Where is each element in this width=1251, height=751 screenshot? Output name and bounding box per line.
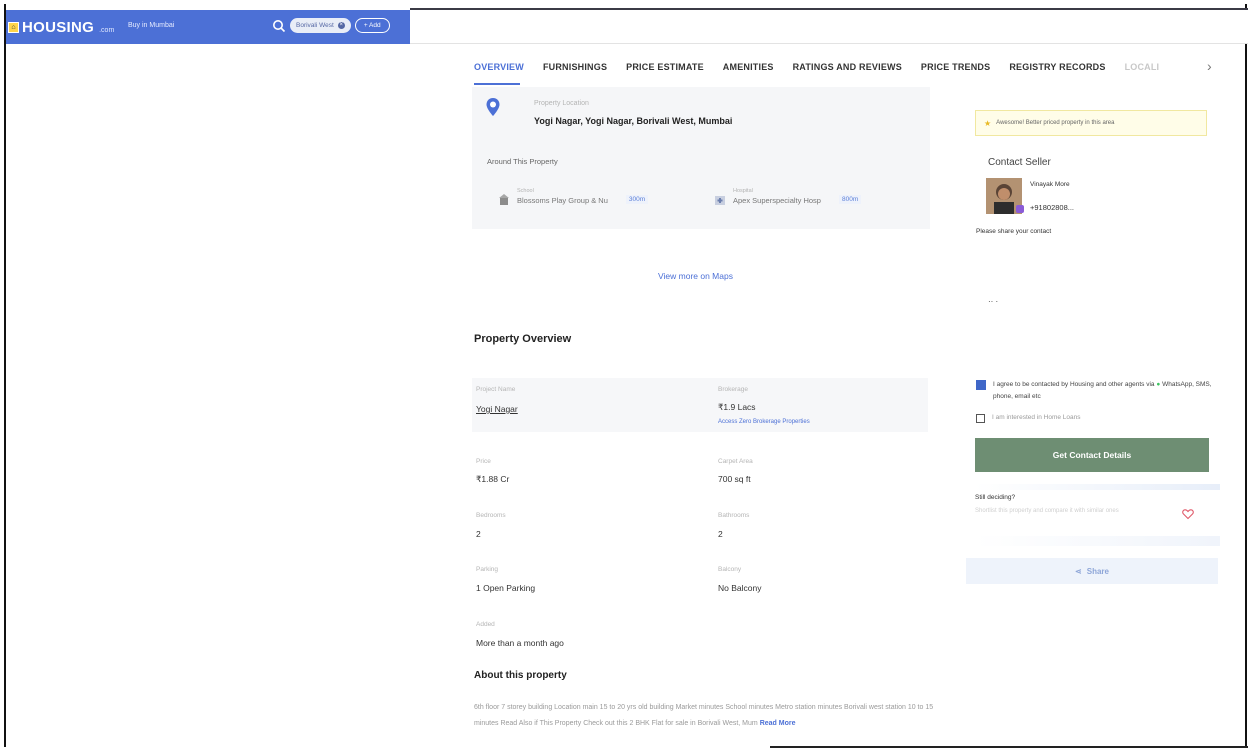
active-tab-indicator [474,83,520,85]
logo-sub: .com [99,26,115,34]
heart-icon[interactable] [1182,508,1194,520]
balcony-value: No Balcony [718,583,762,593]
agree-checkbox[interactable] [976,380,986,390]
carpet-area-label: Carpet Area [718,458,753,465]
star-icon: ★ [984,118,992,128]
property-location-value: Yogi Nagar, Yogi Nagar, Borivali West, M… [534,116,733,126]
get-contact-details-button[interactable]: Get Contact Details [975,438,1209,472]
share-label: Share [1086,566,1109,576]
divider [975,484,1220,490]
brokerage-value: ₹1.9 Lacs [718,402,756,412]
property-location-label: Property Location [534,100,589,107]
added-label: Added [476,621,495,628]
view-more-maps-link[interactable]: View more on Maps [658,271,733,281]
nearby-hospital[interactable]: Hospital Apex Superspecialty Hosp 800m [715,188,862,206]
search-bar[interactable]: Borivali West × + Add [272,18,390,33]
seller-name: Vinayak More [1030,181,1070,188]
nearby-school[interactable]: School Blossoms Play Group & Nu 300m [499,188,649,206]
about-property-text: 6th floor 7 storey building Location mai… [474,700,940,732]
overview-highlight-row [472,378,928,432]
poi-name: Apex Superspecialty Hosp [733,196,821,205]
parking-value: 1 Open Parking [476,583,536,593]
home-loan-checkbox[interactable] [976,414,985,423]
verified-badge-icon [1016,205,1024,213]
home-loan-label: I am interested in Home Loans [992,414,1081,421]
tab-price-estimate[interactable]: PRICE ESTIMATE [626,62,704,72]
zero-brokerage-link[interactable]: Access Zero Brokerage Properties [718,419,810,425]
project-name-link[interactable]: Yogi Nagar [476,404,518,414]
logo-text: HOUSING [22,18,95,36]
poi-type: School [517,188,534,194]
poi-distance: 300m [625,195,649,204]
bedrooms-label: Bedrooms [476,512,506,519]
location-chip-label: Borivali West [296,22,334,29]
school-icon [499,194,509,205]
bedrooms-value: 2 [476,529,481,539]
promo-text: Awesome! Better priced property in this … [996,120,1115,126]
tab-registry-records[interactable]: REGISTRY RECORDS [1009,62,1105,72]
carpet-area-value: 700 sq ft [718,474,751,484]
tab-ratings-reviews[interactable]: RATINGS AND REVIEWS [793,62,902,72]
divider [770,746,1248,748]
housing-logo[interactable]: ⌂ HOUSING .com [8,17,114,37]
poi-distance: 800m [838,195,862,204]
seller-phone: +91802808... [1030,203,1075,212]
contact-seller-title: Contact Seller [988,157,1051,168]
share-button[interactable]: ⋖ Share [966,558,1218,584]
section-tabs: OVERVIEW FURNISHINGS PRICE ESTIMATE AMEN… [474,62,1167,72]
price-value: ₹1.88 Cr [476,474,510,484]
balcony-label: Balcony [718,566,742,573]
share-icon: ⋖ [1075,566,1082,576]
project-name-label: Project Name [476,386,516,393]
price-label: Price [476,458,491,465]
poi-type: Hospital [733,188,753,194]
location-pin-icon [486,98,500,116]
hospital-icon [715,196,725,205]
city-selector[interactable]: Buy in Mumbai [128,22,174,29]
add-location-button[interactable]: + Add [354,18,390,33]
form-placeholder-dots: ·· · [988,297,999,306]
tab-overview[interactable]: OVERVIEW [474,62,524,72]
tab-price-trends[interactable]: PRICE TRENDS [921,62,990,72]
search-icon[interactable] [272,19,286,33]
around-property-title: Around This Property [487,157,558,166]
property-overview-title: Property Overview [474,333,572,345]
better-price-banner: ★ Awesome! Better priced property in thi… [975,110,1207,136]
header-right-area [410,10,1248,44]
home-icon: ⌂ [8,21,19,33]
added-value: More than a month ago [476,638,564,648]
still-deciding-subtext: Shortlist this property and compare it w… [975,508,1119,514]
about-property-title: About this property [474,670,567,681]
close-icon[interactable]: × [337,22,345,29]
location-chip[interactable]: Borivali West × [290,18,351,33]
read-more-link[interactable]: Read More [760,720,796,727]
chevron-right-icon[interactable]: › [1207,58,1212,74]
poi-name: Blossoms Play Group & Nu [517,196,608,205]
still-deciding-title: Still deciding? [975,494,1016,501]
brokerage-label: Brokerage [718,386,748,393]
agree-text-part1: I agree to be contacted by Housing and o… [993,381,1157,388]
divider [975,536,1220,546]
bathrooms-value: 2 [718,529,723,539]
parking-label: Parking [476,566,499,573]
agree-text: I agree to be contacted by Housing and o… [993,379,1213,403]
bathrooms-label: Bathrooms [718,512,750,519]
share-details-prompt: Please share your contact [976,228,1052,235]
tab-furnishings[interactable]: FURNISHINGS [543,62,607,72]
tab-amenities[interactable]: AMENITIES [723,62,774,72]
tab-locality[interactable]: LOCALI [1125,62,1160,72]
about-description: 6th floor 7 storey building Location mai… [474,704,934,727]
